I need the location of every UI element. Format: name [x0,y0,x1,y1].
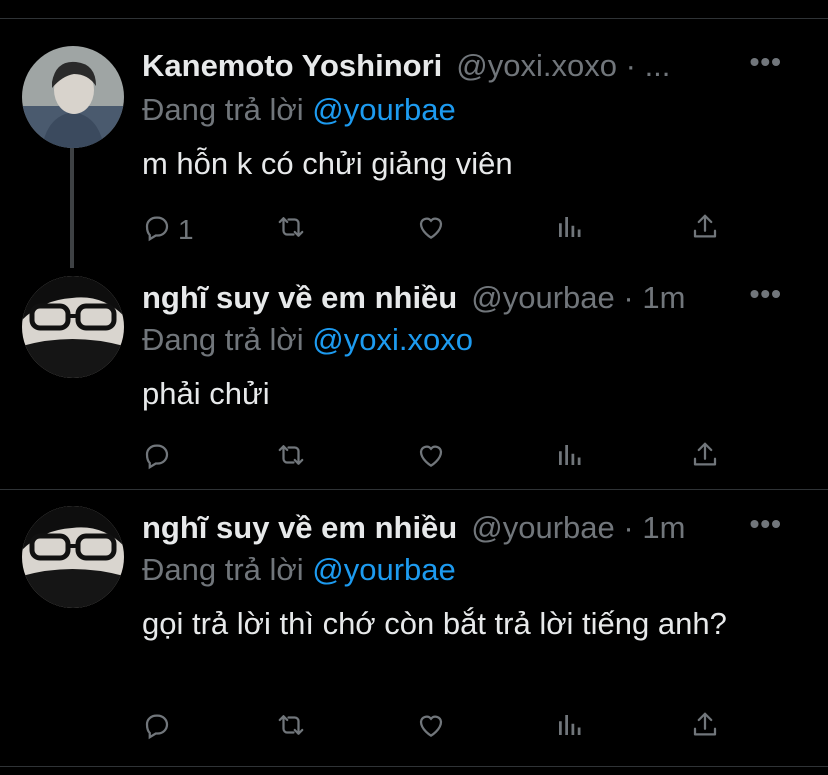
analytics-button[interactable] [554,708,584,748]
analytics-icon [554,440,584,477]
like-icon [416,440,446,477]
divider [0,766,828,767]
analytics-icon [554,212,584,249]
tweet-actions: 1 [142,210,742,250]
display-name[interactable]: nghĩ suy về em nhiều [142,510,457,545]
like-button[interactable] [416,438,446,478]
more-icon[interactable]: ••• [750,508,782,540]
like-icon [416,710,446,747]
retweet-icon [276,212,306,249]
tweet-text: phải chửi [142,376,270,411]
separator: · [625,48,636,83]
avatar[interactable] [22,506,124,608]
share-icon [690,212,720,249]
share-icon [690,440,720,477]
replying-to: Đang trả lời @yourbae [142,90,456,130]
share-button[interactable] [690,210,720,250]
reply-icon [142,212,172,249]
replying-to-label: Đang trả lời [142,322,304,357]
retweet-icon [276,710,306,747]
replying-to-label: Đang trả lời [142,92,304,127]
thread-line [70,148,74,268]
share-button[interactable] [690,438,720,478]
tweet-text: gọi trả lời thì chớ còn bắt trả lời tiến… [142,606,727,641]
like-icon [416,212,446,249]
reply-icon [142,710,172,747]
divider [0,489,828,490]
tweet-actions [142,708,742,748]
retweet-button[interactable] [276,210,306,250]
retweet-button[interactable] [276,708,306,748]
replying-to: Đang trả lời @yourbae [142,550,456,590]
separator: · [623,510,634,545]
tweet-header: Kanemoto Yoshinori @yoxi.xoxo · ... ••• [142,46,810,86]
analytics-button[interactable] [554,210,584,250]
share-icon [690,710,720,747]
tweet-actions [142,438,742,478]
timestamp[interactable]: 1m [642,510,685,545]
tweet[interactable]: Kanemoto Yoshinori @yoxi.xoxo · ... ••• Đ… [0,38,828,268]
reply-icon [142,440,172,477]
handle[interactable]: @yoxi.xoxo [456,48,617,83]
like-button[interactable] [416,708,446,748]
display-name[interactable]: nghĩ suy về em nhiều [142,280,457,315]
reply-count: 1 [178,214,194,245]
mention-link[interactable]: @yourbae [312,92,456,127]
handle[interactable]: @yourbae [471,510,615,545]
tweet-header: nghĩ suy về em nhiều @yourbae · 1m ••• [142,508,810,548]
timestamp[interactable]: ... [645,48,671,83]
analytics-button[interactable] [554,438,584,478]
avatar[interactable] [22,276,124,378]
reply-button[interactable] [142,708,172,748]
mention-link[interactable]: @yoxi.xoxo [312,322,473,357]
more-icon[interactable]: ••• [750,278,782,310]
like-button[interactable] [416,210,446,250]
replying-to-label: Đang trả lời [142,552,304,587]
avatar[interactable] [22,46,124,148]
tweet-header: nghĩ suy về em nhiều @yourbae · 1m ••• [142,278,810,318]
divider [0,18,828,19]
more-icon[interactable]: ••• [750,46,782,78]
tweet-text: m hỗn k có chửi giảng viên [142,146,513,181]
replying-to: Đang trả lời @yoxi.xoxo [142,320,473,360]
reply-button[interactable]: 1 [142,210,194,250]
separator: · [623,280,634,315]
share-button[interactable] [690,708,720,748]
tweet[interactable]: nghĩ suy về em nhiều @yourbae · 1m ••• Đa… [0,500,828,760]
retweet-button[interactable] [276,438,306,478]
display-name[interactable]: Kanemoto Yoshinori [142,48,442,83]
timestamp[interactable]: 1m [642,280,685,315]
retweet-icon [276,440,306,477]
mention-link[interactable]: @yourbae [312,552,456,587]
handle[interactable]: @yourbae [471,280,615,315]
reply-button[interactable] [142,438,172,478]
tweet[interactable]: nghĩ suy về em nhiều @yourbae · 1m ••• Đa… [0,270,828,480]
analytics-icon [554,710,584,747]
